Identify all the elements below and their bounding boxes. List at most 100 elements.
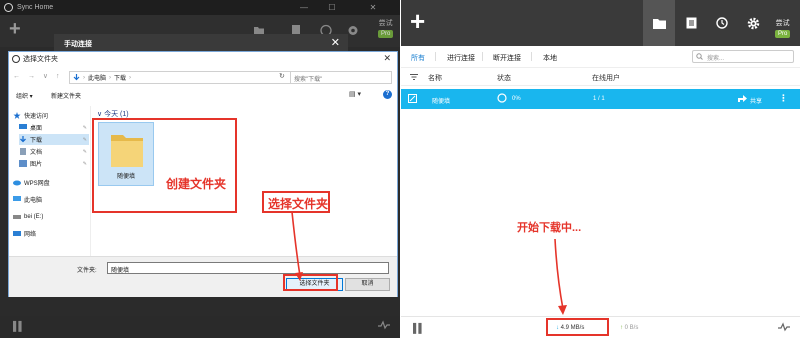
breadcrumb-downloads[interactable]: 下载 [114, 73, 126, 82]
pin-icon[interactable]: ✎ [83, 125, 87, 131]
progress-ring-icon [497, 93, 507, 103]
sidebar-item-quick-access[interactable]: 快速访问 [13, 110, 89, 121]
cancel-button[interactable]: 取消 [345, 278, 390, 291]
sidebar-item-documents[interactable]: 文档 ✎ [19, 146, 89, 157]
trial-badge[interactable]: 尝试 Pro [775, 20, 791, 38]
filter-connected[interactable]: 进行连接 [447, 53, 475, 63]
organize-button[interactable]: 组织 ▾ [16, 91, 33, 100]
folder-name-input[interactable]: 随便填 [107, 262, 389, 274]
maximize-button[interactable]: ☐ [318, 0, 346, 15]
nav-arrows[interactable]: ← → ∨ ↑ [13, 72, 62, 80]
column-status[interactable]: 状态 [497, 73, 511, 83]
trial-label: 尝试 [775, 20, 790, 27]
refresh-icon[interactable]: ↻ [279, 72, 285, 80]
share-button[interactable]: 共享 [750, 96, 762, 105]
sidebar-item-label: 文档 [30, 150, 43, 156]
annotation-arrow [291, 211, 303, 281]
filter-disconnected[interactable]: 断开连接 [493, 53, 521, 63]
left-statusbar: ▌▌ [0, 316, 400, 338]
trial-badge[interactable]: 尝试 Pro [378, 20, 394, 38]
right-sync-window: + 尝试 Pro 所有 进行连接 断开连接 本地 搜索... 名称 状态 在线用… [401, 0, 800, 338]
right-toolbar: + 尝试 Pro [401, 0, 800, 46]
right-statusbar: ▌▌ ↓ 4.9 MB/s ↑ 0 B/s [401, 316, 800, 338]
download-speed-value: 4.9 MB/s [560, 325, 585, 331]
download-icon [20, 136, 26, 143]
pause-icon[interactable]: ▌▌ [13, 321, 25, 331]
sort-icon[interactable] [410, 74, 418, 80]
gear-icon [747, 17, 759, 29]
more-menu-icon[interactable]: ⋮ [779, 93, 788, 104]
column-name[interactable]: 名称 [428, 73, 442, 83]
pin-icon[interactable]: ✎ [83, 161, 87, 167]
annotation-box-folder [92, 118, 237, 213]
sidebar-item-downloads[interactable]: 下载 ✎ [19, 134, 89, 145]
folders-tab[interactable] [643, 0, 675, 46]
close-window-button[interactable]: ✕ [346, 0, 400, 15]
sidebar-item-label: 下载 [30, 138, 43, 144]
sidebar-item-wps-cloud[interactable]: WPS网盘 [13, 177, 89, 188]
dialog-toolbar: 组织 ▾ 新建文件夹 ▤ ▾ ? [9, 88, 397, 102]
row-online: 1 / 1 [593, 96, 605, 102]
computer-icon [13, 196, 21, 201]
navigation-pane: 快速访问 桌面 ✎ 下载 ✎ 文档 ✎ 图片 ✎ WPS网盘 此电脑 bei (… [9, 106, 91, 256]
download-speed: ↓ 4.9 MB/s [556, 325, 584, 331]
search-input[interactable]: 搜索"下载" [290, 71, 392, 84]
row-name: 随便填 [432, 99, 451, 105]
pause-icon[interactable]: ▌▌ [413, 323, 425, 333]
sidebar-item-network[interactable]: 网络 [13, 228, 89, 239]
sidebar-item-label: 网络 [24, 232, 37, 238]
sync-logo-icon [12, 55, 20, 63]
sidebar-item-label: bei (E:) [24, 213, 44, 220]
annotation-create-folder: 创建文件夹 [166, 177, 227, 191]
navigation-bar: ← → ∨ ↑ › 此电脑 › 下载 › ↻ 搜索"下载" [9, 68, 397, 86]
download-icon [73, 74, 80, 81]
sidebar-item-pictures[interactable]: 图片 ✎ [19, 158, 89, 169]
sidebar-item-this-pc[interactable]: 此电脑 [13, 194, 89, 205]
minimize-button[interactable]: — [290, 0, 318, 15]
folder-icon [652, 18, 666, 29]
sidebar-item-label: 此电脑 [24, 198, 43, 204]
manual-dialog-title: 手动连接 [64, 41, 92, 48]
sidebar-item-label: 快速访问 [24, 114, 49, 120]
notes-tab[interactable] [675, 0, 707, 46]
add-folder-button[interactable]: + [9, 18, 21, 41]
divider [435, 52, 436, 61]
table-header: 名称 状态 在线用户 [401, 68, 800, 86]
sidebar-item-label: WPS网盘 [24, 181, 50, 187]
pin-icon[interactable]: ✎ [83, 137, 87, 143]
close-icon[interactable]: ✕ [383, 53, 391, 64]
gear-icon[interactable] [347, 24, 359, 37]
activity-icon[interactable] [778, 322, 790, 332]
filter-all[interactable]: 所有 [411, 53, 425, 63]
filter-bar: 所有 进行连接 断开连接 本地 搜索... [401, 46, 800, 68]
document-icon [20, 148, 26, 155]
settings-tab[interactable] [737, 0, 769, 46]
group-label: 今天 (1) [104, 111, 129, 118]
dialog-title: 选择文件夹 [23, 56, 58, 63]
picture-icon [19, 160, 27, 167]
pin-icon[interactable]: ✎ [83, 149, 87, 155]
filter-local[interactable]: 本地 [543, 53, 557, 63]
view-options-icon[interactable]: ▤ ▾ [349, 90, 361, 98]
breadcrumb-this-pc[interactable]: 此电脑 [88, 73, 106, 82]
address-bar[interactable]: › 此电脑 › 下载 › [69, 71, 291, 84]
search-input[interactable]: 搜索... [692, 50, 794, 63]
table-row[interactable]: 随便填 0% 1 / 1 共享 ⋮ [401, 89, 800, 109]
sync-logo-icon [4, 3, 13, 12]
folder-field-label: 文件夹: [77, 268, 97, 274]
sidebar-item-drive-e[interactable]: bei (E:) [13, 211, 89, 222]
clock-icon [716, 17, 728, 29]
column-online-users[interactable]: 在线用户 [592, 73, 620, 83]
new-folder-button[interactable]: 新建文件夹 [51, 91, 81, 100]
download-arrow-icon: ↓ [556, 325, 559, 331]
network-icon [13, 231, 21, 236]
dialog-titlebar: 选择文件夹 ✕ [9, 52, 397, 66]
sidebar-item-desktop[interactable]: 桌面 ✎ [19, 122, 89, 133]
activity-icon[interactable] [378, 320, 390, 330]
close-icon[interactable]: ✕ [331, 36, 340, 49]
left-titlebar: Sync Home — ☐ ✕ [0, 0, 400, 15]
share-icon[interactable] [738, 95, 747, 102]
history-tab[interactable] [706, 0, 738, 46]
help-icon[interactable]: ? [383, 90, 392, 99]
add-folder-button[interactable]: + [410, 8, 425, 34]
